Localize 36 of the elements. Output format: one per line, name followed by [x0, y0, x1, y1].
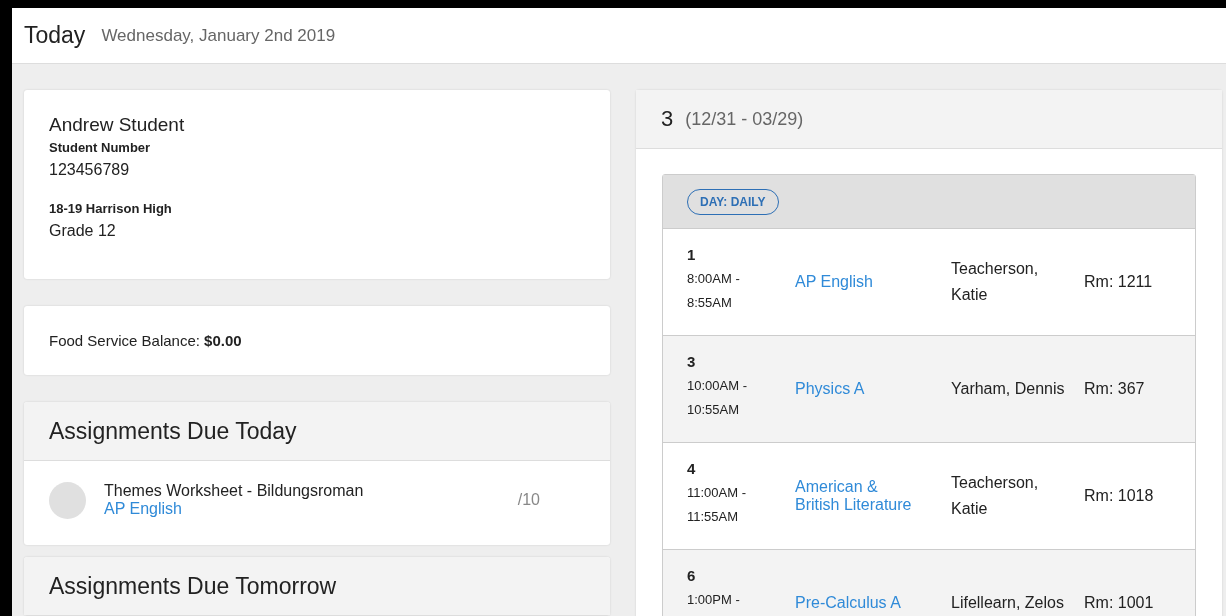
room-text: Rm: 367 — [1084, 380, 1145, 398]
date-text: Wednesday, January 2nd 2019 — [101, 25, 336, 46]
room-text: Rm: 1018 — [1084, 487, 1154, 505]
course-link[interactable]: American & British Literature — [795, 478, 925, 514]
score-text: /10 — [517, 491, 540, 509]
student-number: 123456789 — [49, 161, 131, 179]
school-name: 18-19 Harrison High — [49, 201, 173, 216]
student-number-label: Student Number — [49, 140, 152, 155]
period-number: 3 — [687, 353, 697, 370]
period-number: 6 — [687, 567, 697, 584]
period-number: 1 — [687, 246, 697, 263]
period-time: 11:00AM - 11:55AM — [687, 484, 747, 526]
grade-text: Grade 12 — [49, 222, 117, 240]
food-balance-text: Food Service Balance: $0.00 — [49, 332, 242, 349]
period-number: 4 — [687, 460, 697, 477]
course-link[interactable]: AP English — [795, 273, 925, 291]
teacher-name: Yarham, Dennis — [951, 379, 1066, 399]
card-title: Assignments Due Tomorrow — [49, 572, 337, 600]
course-link[interactable]: AP English — [104, 500, 518, 518]
student-name: Andrew Student — [49, 114, 186, 136]
room-text: Rm: 1001 — [1084, 594, 1154, 612]
term-number: 3 — [661, 106, 674, 132]
card-title: Assignments Due Today — [49, 417, 297, 445]
period-time: 10:00AM - 10:55AM — [687, 377, 748, 419]
teacher-name: Lifellearn, Zelos — [951, 593, 1065, 613]
assignment-name[interactable]: Themes Worksheet - Bildungsroman — [104, 482, 518, 500]
term-dates: (12/31 - 03/29) — [685, 108, 804, 130]
status-circle-icon — [49, 481, 86, 519]
period-time: 8:00AM - 8:55AM — [687, 270, 741, 312]
page-title: Today — [24, 22, 86, 49]
room-text: Rm: 1211 — [1084, 273, 1153, 291]
teacher-name: Teacherson, Katie — [951, 473, 1040, 519]
course-link[interactable]: Pre-Calculus A — [795, 594, 925, 612]
course-link[interactable]: Physics A — [795, 380, 925, 398]
teacher-name: Teacherson, Katie — [951, 259, 1040, 305]
period-time: 1:00PM - — [687, 591, 741, 609]
